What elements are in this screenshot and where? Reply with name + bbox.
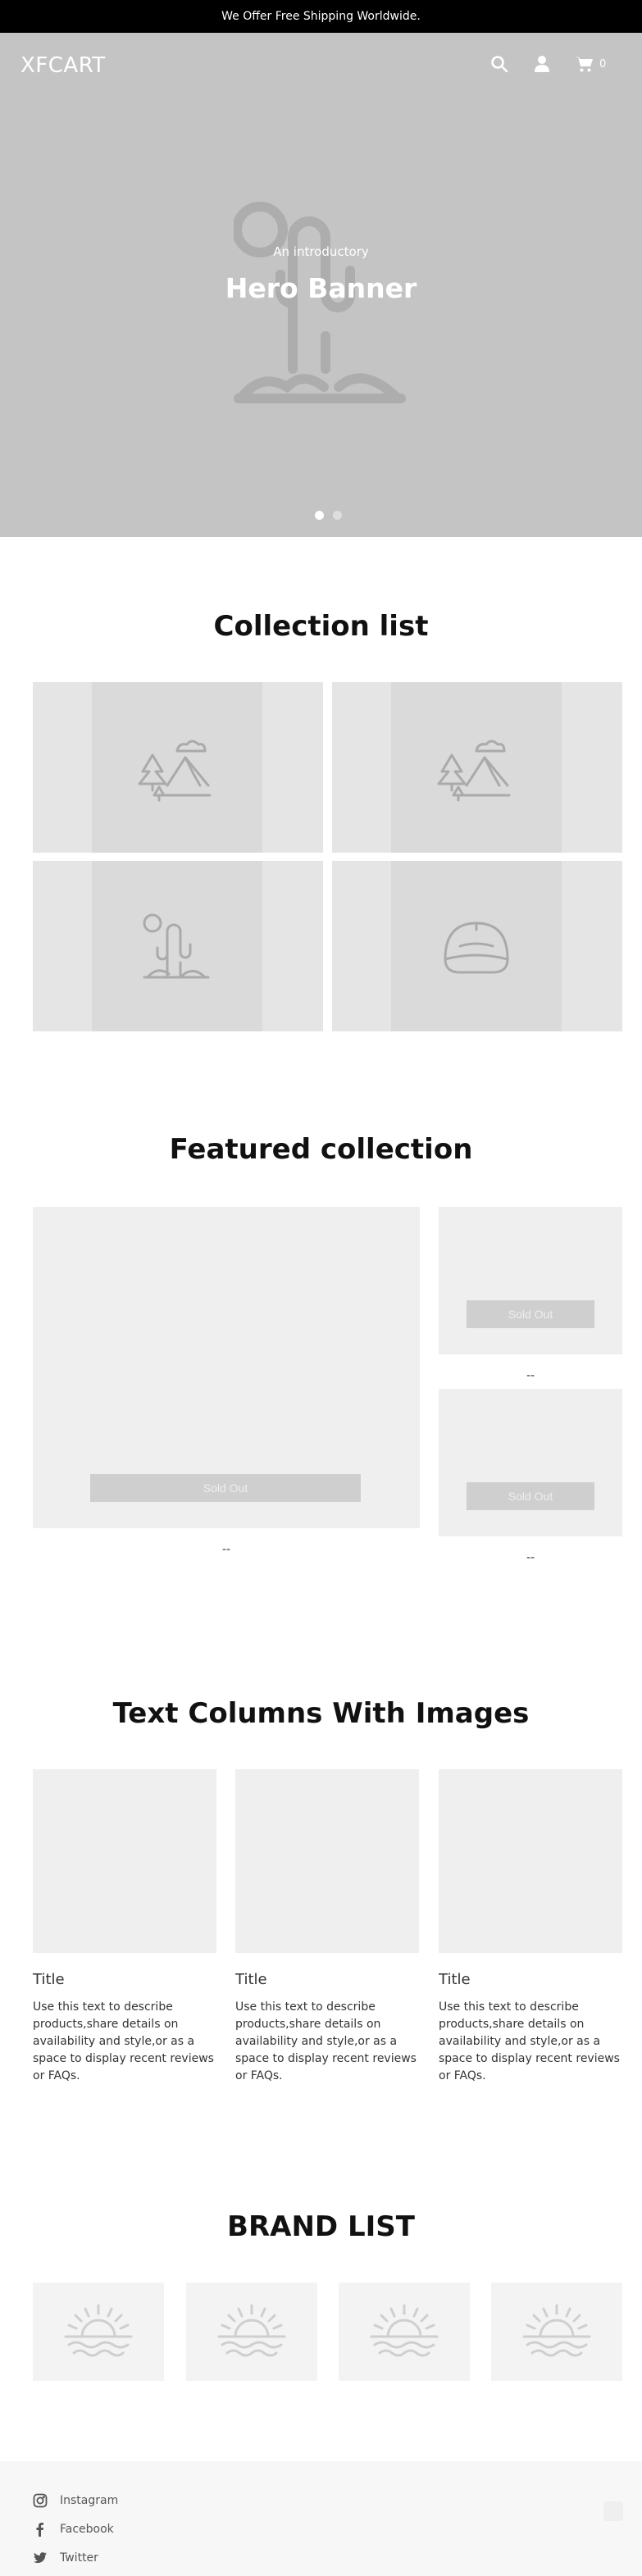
site-footer: Instagram Facebook Twitter [0, 2461, 642, 2576]
brand-logo[interactable] [33, 2282, 164, 2381]
column-title: Title [439, 1971, 471, 1988]
mountain-landscape-icon [138, 740, 212, 802]
product-price: -- [526, 1551, 535, 1564]
product-card-image[interactable] [439, 1389, 622, 1536]
slide-dot-2[interactable] [333, 511, 342, 520]
slide-dot-1[interactable] [315, 511, 324, 520]
sold-out-button[interactable]: Sold Out [467, 1300, 594, 1328]
sunrise-icon [64, 2304, 133, 2357]
column-image [235, 1769, 419, 1953]
column-text: Use this text to describe products,share… [235, 2000, 417, 2082]
featured-collection-title: Featured collection [169, 1133, 473, 1166]
collection-tile[interactable] [332, 861, 622, 1031]
scroll-to-top-button[interactable] [603, 2501, 623, 2521]
column-image [439, 1769, 622, 1953]
column-title: Title [33, 1971, 65, 1988]
cap-icon [444, 922, 509, 974]
site-header: XFCART 0 [0, 33, 642, 98]
cart-icon[interactable] [574, 54, 594, 74]
sold-out-button[interactable]: Sold Out [90, 1474, 361, 1502]
product-price: -- [526, 1369, 535, 1382]
facebook-label: Facebook [60, 2523, 114, 2536]
text-columns-title: Text Columns With Images [112, 1697, 530, 1730]
hero-title: Hero Banner [225, 272, 417, 304]
brand-logo[interactable] [339, 2282, 470, 2381]
instagram-label: Instagram [60, 2494, 119, 2507]
collection-tile[interactable] [332, 682, 622, 853]
product-price: -- [221, 1543, 231, 1556]
instagram-link[interactable]: Instagram [33, 2493, 118, 2508]
site-logo[interactable]: XFCART [20, 53, 106, 78]
collection-list-title: Collection list [213, 610, 429, 643]
cart-count: 0 [599, 58, 607, 71]
brand-logo[interactable] [491, 2282, 622, 2381]
account-icon[interactable] [532, 54, 552, 74]
hero-banner: XFCART 0 An introductory Hero Banner [0, 33, 642, 537]
facebook-link[interactable]: Facebook [33, 2522, 114, 2537]
twitter-icon [34, 2552, 47, 2564]
mountain-landscape-icon [437, 740, 511, 802]
column-title: Title [235, 1971, 267, 1988]
search-icon[interactable] [489, 54, 509, 74]
collection-tile[interactable] [33, 682, 323, 853]
announcement-bar: We Offer Free Shipping Worldwide. [0, 0, 642, 33]
collection-tile[interactable] [33, 861, 323, 1031]
instagram-icon [33, 2493, 48, 2508]
twitter-link[interactable]: Twitter [33, 2551, 98, 2565]
column-text: Use this text to describe products,share… [439, 2000, 620, 2082]
brand-list-title: BRAND LIST [227, 2210, 415, 2243]
hero-subtitle: An introductory [273, 244, 369, 259]
facebook-icon [36, 2523, 43, 2537]
sold-out-button[interactable]: Sold Out [467, 1482, 594, 1510]
sunrise-icon [370, 2304, 439, 2357]
twitter-label: Twitter [60, 2551, 98, 2565]
column-image [33, 1769, 216, 1953]
sunrise-icon [522, 2304, 591, 2357]
announcement-text: We Offer Free Shipping Worldwide. [221, 10, 421, 23]
column-text: Use this text to describe products,share… [33, 2000, 214, 2082]
brand-logo[interactable] [186, 2282, 317, 2381]
sunrise-icon [217, 2304, 286, 2357]
cactus-icon [143, 913, 210, 979]
product-card-image[interactable] [439, 1207, 622, 1354]
